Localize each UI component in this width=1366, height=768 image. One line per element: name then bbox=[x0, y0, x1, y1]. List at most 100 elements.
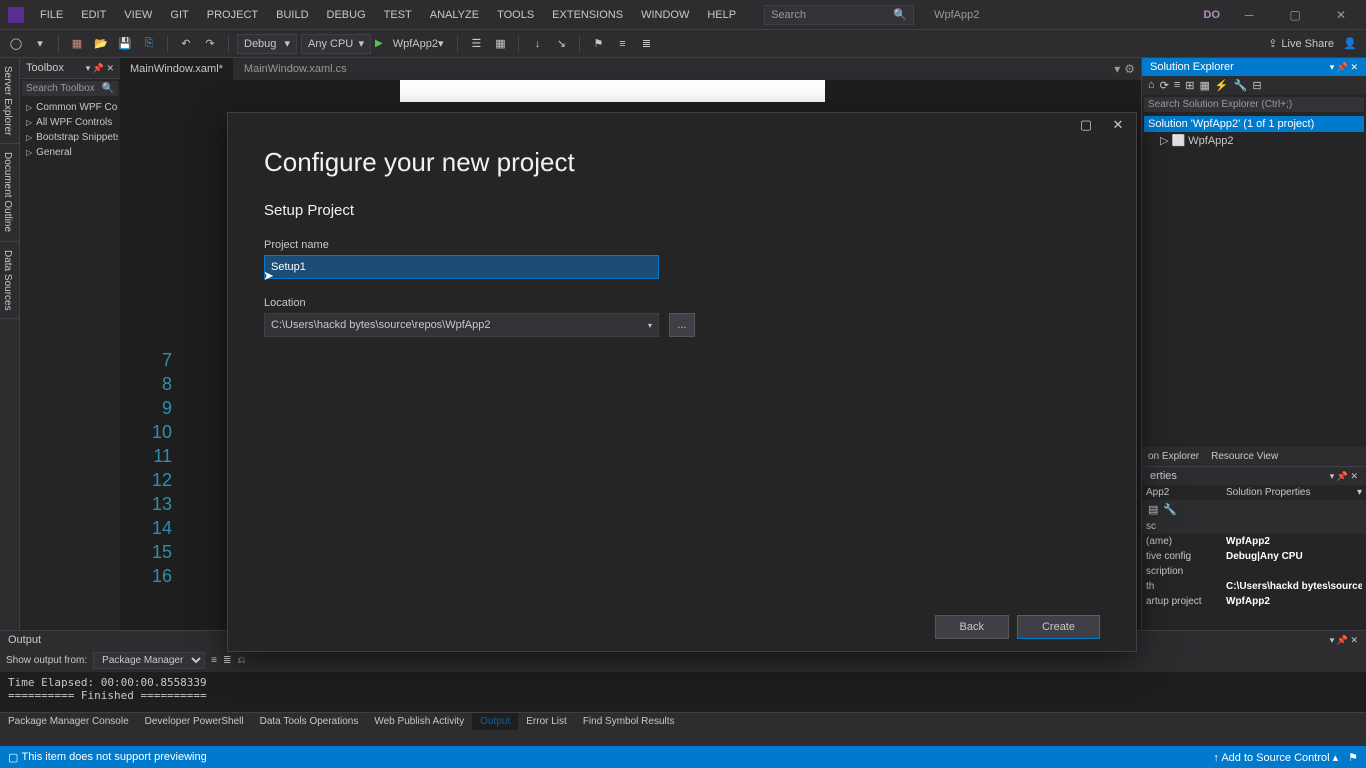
tb-icon-2[interactable]: ▦ bbox=[490, 34, 510, 54]
tab-solution-explorer[interactable]: on Explorer bbox=[1142, 447, 1205, 466]
save-icon[interactable]: 💾 bbox=[115, 34, 135, 54]
back-button[interactable]: Back bbox=[935, 615, 1009, 639]
menu-analyze[interactable]: ANALYZE bbox=[422, 5, 487, 25]
tab-data-tools[interactable]: Data Tools Operations bbox=[252, 713, 367, 730]
config-dropdown[interactable]: Debug ▾ bbox=[237, 34, 297, 54]
menu-project[interactable]: PROJECT bbox=[199, 5, 266, 25]
se-icon[interactable]: ⚡ bbox=[1215, 79, 1229, 92]
prop-row[interactable]: (ame)WpfApp2 bbox=[1142, 534, 1366, 549]
toolbox-item[interactable]: ▷General bbox=[22, 145, 118, 160]
prop-row[interactable]: tive configDebug|Any CPU bbox=[1142, 549, 1366, 564]
output-tool-icon[interactable]: ⎌ bbox=[237, 655, 245, 666]
menu-file[interactable]: FILE bbox=[32, 5, 71, 25]
editor-tab[interactable]: MainWindow.xaml.cs bbox=[234, 58, 358, 80]
output-tool-icon[interactable]: ≣ bbox=[223, 655, 231, 666]
alpha-icon[interactable]: 🔧 bbox=[1163, 503, 1177, 516]
project-name-input[interactable] bbox=[264, 255, 659, 279]
tab-data-sources[interactable]: Data Sources bbox=[0, 242, 19, 320]
tab-output[interactable]: Output bbox=[472, 713, 518, 730]
dialog-maximize-button[interactable]: ▢ bbox=[1074, 117, 1098, 133]
dropdown-icon[interactable]: ▾ bbox=[648, 321, 652, 330]
tab-error-list[interactable]: Error List bbox=[518, 713, 575, 730]
step-icon[interactable]: ↓ bbox=[527, 34, 547, 54]
notification-icon[interactable]: ⚑ bbox=[1348, 751, 1358, 764]
minimize-button[interactable]: ─ bbox=[1232, 2, 1266, 28]
search-placeholder: Search bbox=[771, 9, 806, 21]
properties-header: erties ▾ 📌 ✕ bbox=[1142, 467, 1366, 485]
tab-server-explorer[interactable]: Server Explorer bbox=[0, 58, 19, 144]
add-source-control-button[interactable]: ↑ Add to Source Control ▴ bbox=[1213, 751, 1338, 764]
tb-icon-5[interactable]: ≣ bbox=[636, 34, 656, 54]
categorize-icon[interactable]: ▤ bbox=[1148, 503, 1158, 516]
solution-root[interactable]: Solution 'WpfApp2' (1 of 1 project) bbox=[1144, 116, 1364, 132]
tab-web-publish[interactable]: Web Publish Activity bbox=[366, 713, 472, 730]
tab-document-outline[interactable]: Document Outline bbox=[0, 144, 19, 241]
gear-icon[interactable]: ⚙ bbox=[1124, 62, 1135, 76]
open-icon[interactable]: 📂 bbox=[91, 34, 111, 54]
prop-row[interactable]: scription bbox=[1142, 564, 1366, 579]
nav-fwd-icon[interactable]: ▾ bbox=[30, 34, 50, 54]
statusbar: ▢ This item does not support previewing … bbox=[0, 746, 1366, 768]
tab-pmc[interactable]: Package Manager Console bbox=[0, 713, 137, 730]
tb-icon-4[interactable]: ≡ bbox=[612, 34, 632, 54]
menu-help[interactable]: HELP bbox=[699, 5, 744, 25]
menu-window[interactable]: WINDOW bbox=[633, 5, 697, 25]
tab-resource-view[interactable]: Resource View bbox=[1205, 447, 1284, 466]
designer-canvas[interactable] bbox=[400, 80, 825, 102]
menu-test[interactable]: TEST bbox=[376, 5, 420, 25]
menu-extensions[interactable]: EXTENSIONS bbox=[544, 5, 631, 25]
se-wrench-icon[interactable]: 🔧 bbox=[1234, 79, 1248, 92]
se-icon[interactable]: ▦ bbox=[1200, 79, 1210, 92]
tb-icon-1[interactable]: ☰ bbox=[466, 34, 486, 54]
tab-find-symbol[interactable]: Find Symbol Results bbox=[575, 713, 683, 730]
se-home-icon[interactable]: ⌂ bbox=[1148, 79, 1155, 92]
menu-tools[interactable]: TOOLS bbox=[489, 5, 542, 25]
dropdown-icon[interactable]: ▾ bbox=[1357, 487, 1362, 498]
prop-row[interactable]: artup projectWpfApp2 bbox=[1142, 594, 1366, 609]
admin-icon[interactable]: 👤 bbox=[1340, 34, 1360, 54]
live-share-button[interactable]: ⇪ Live Share bbox=[1268, 37, 1334, 50]
toolbox-item[interactable]: ▷Common WPF Cont... bbox=[22, 100, 118, 115]
toolbox-search[interactable]: Search Toolbox 🔍 bbox=[22, 81, 118, 96]
browse-button[interactable]: ... bbox=[669, 313, 695, 337]
maximize-button[interactable]: ▢ bbox=[1278, 2, 1312, 28]
create-button[interactable]: Create bbox=[1017, 615, 1100, 639]
global-search-input[interactable]: Search 🔍 bbox=[764, 5, 914, 25]
dialog-subtitle: Setup Project bbox=[264, 202, 1100, 219]
dialog-close-button[interactable]: ✕ bbox=[1106, 117, 1130, 133]
location-input[interactable]: C:\Users\hackd bytes\source\repos\WpfApp… bbox=[264, 313, 659, 337]
se-icon[interactable]: ⊞ bbox=[1185, 79, 1194, 92]
menu-edit[interactable]: EDIT bbox=[73, 5, 114, 25]
tab-dropdown-icon[interactable]: ▾ bbox=[1114, 62, 1120, 76]
menu-build[interactable]: BUILD bbox=[268, 5, 316, 25]
se-icon[interactable]: ⊟ bbox=[1252, 79, 1261, 92]
menu-git[interactable]: GIT bbox=[162, 5, 196, 25]
solution-project[interactable]: ▷ ⬜ WpfApp2 bbox=[1144, 132, 1364, 149]
output-text[interactable]: Time Elapsed: 00:00:00.8558339 =========… bbox=[0, 672, 1366, 712]
editor-tab-active[interactable]: MainWindow.xaml* bbox=[120, 58, 234, 80]
solution-explorer-search[interactable]: Search Solution Explorer (Ctrl+;) bbox=[1144, 97, 1364, 112]
se-icon[interactable]: ⟳ bbox=[1160, 79, 1169, 92]
prop-row[interactable]: thC:\Users\hackd bytes\source\repo bbox=[1142, 579, 1366, 594]
output-tool-icon[interactable]: ≡ bbox=[211, 655, 217, 666]
undo-icon[interactable]: ↶ bbox=[176, 34, 196, 54]
step-icon2[interactable]: ↘ bbox=[551, 34, 571, 54]
save-all-icon[interactable]: ⎘ bbox=[139, 34, 159, 54]
nav-back-icon[interactable]: ◯ bbox=[6, 34, 26, 54]
menu-debug[interactable]: DEBUG bbox=[319, 5, 374, 25]
prop-object-type: Solution Properties bbox=[1226, 487, 1311, 498]
toolbox-item[interactable]: ▷All WPF Controls bbox=[22, 115, 118, 130]
toolbox-item[interactable]: ▷Bootstrap Snippets bbox=[22, 130, 118, 145]
tb-icon-3[interactable]: ⚑ bbox=[588, 34, 608, 54]
tab-powershell[interactable]: Developer PowerShell bbox=[137, 713, 252, 730]
platform-dropdown[interactable]: Any CPU ▾ bbox=[301, 34, 371, 54]
menu-view[interactable]: VIEW bbox=[116, 5, 160, 25]
start-target-dropdown[interactable]: WpfApp2 ▾ bbox=[387, 34, 450, 54]
redo-icon[interactable]: ↷ bbox=[200, 34, 220, 54]
close-button[interactable]: ✕ bbox=[1324, 2, 1358, 28]
se-icon[interactable]: ≡ bbox=[1174, 79, 1180, 92]
user-badge[interactable]: DO bbox=[1204, 9, 1221, 21]
show-output-dropdown[interactable]: Package Manager bbox=[93, 652, 205, 669]
new-item-icon[interactable]: ▦ bbox=[67, 34, 87, 54]
start-debug-icon[interactable]: ▶ bbox=[375, 38, 383, 49]
